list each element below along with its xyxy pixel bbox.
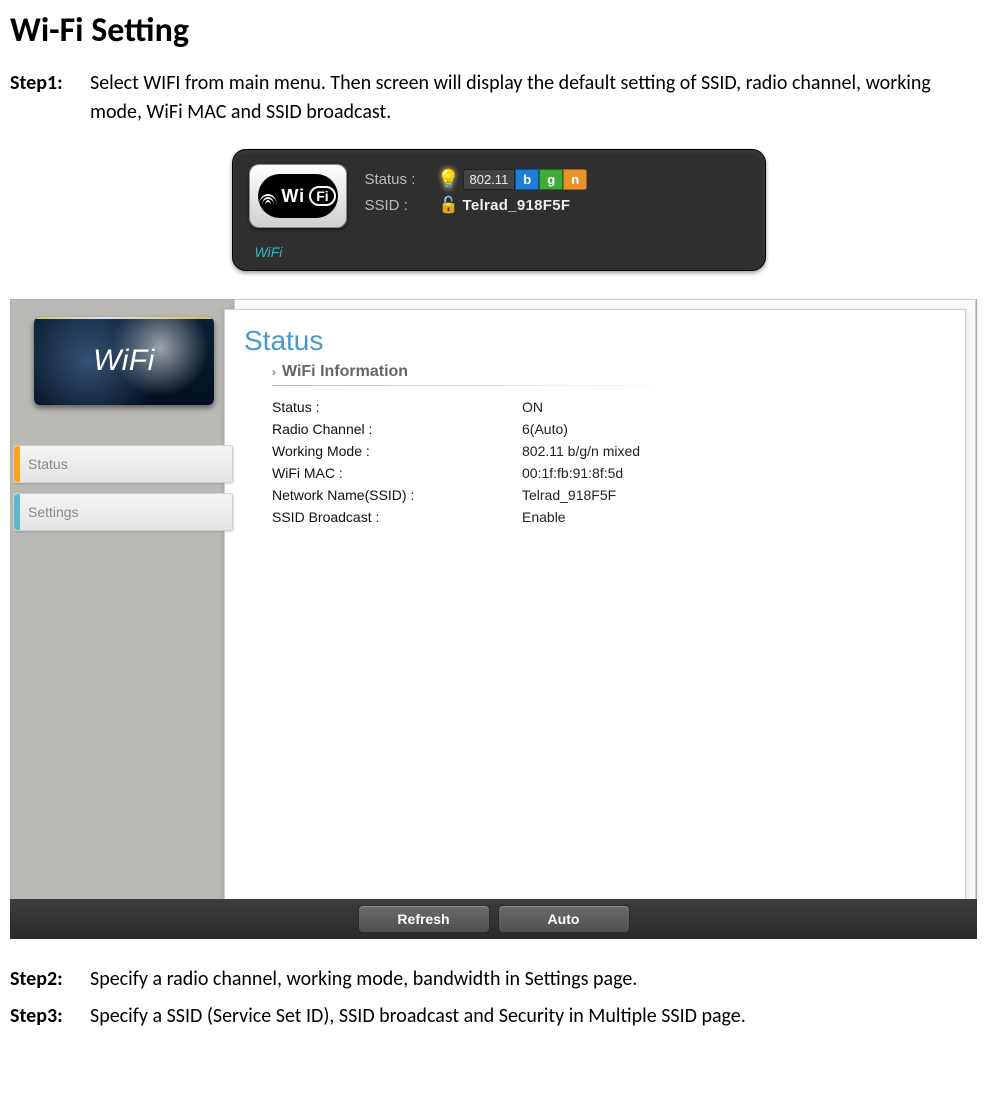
protocol-badge: 802.11 b g n — [463, 169, 588, 189]
wifi-logo-wi: Wi — [281, 186, 305, 207]
protocol-b: b — [515, 169, 539, 190]
row-key: Network Name(SSID) : — [272, 487, 522, 503]
wifi-info-table: Status :ON Radio Channel :6(Auto) Workin… — [272, 396, 955, 528]
sidebar-tab-settings[interactable]: Settings — [13, 493, 233, 531]
row-val: ON — [522, 399, 543, 415]
table-row: WiFi MAC :00:1f:fb:91:8f:5d — [272, 462, 955, 484]
panel-heading: Status — [244, 325, 955, 357]
step-1-text: Select WIFI from main menu. Then screen … — [90, 69, 987, 127]
row-key: WiFi MAC : — [272, 465, 522, 481]
sidebar-tab-settings-label: Settings — [28, 504, 79, 520]
chevron-right-icon: › — [272, 365, 276, 379]
unlocked-icon: 🔓 — [435, 195, 463, 215]
step-2: Step2: Specify a radio channel, working … — [10, 965, 987, 994]
panel-footer-bar: Refresh Auto — [10, 899, 977, 939]
wifi-status-panel: WiFi Status Settings Status › WiFi Infor… — [10, 299, 977, 939]
card-ssid-label: SSID : — [365, 197, 435, 214]
card-ssid-value: Telrad_918F5F — [463, 197, 571, 214]
panel-header-tile: WiFi — [34, 317, 214, 405]
sidebar-tab-status-label: Status — [28, 456, 68, 472]
step-3-text: Specify a SSID (Service Set ID), SSID br… — [90, 1002, 987, 1031]
panel-subheading: WiFi Information — [282, 363, 408, 381]
row-val: 6(Auto) — [522, 421, 568, 437]
step-3: Step3: Specify a SSID (Service Set ID), … — [10, 1002, 987, 1031]
row-key: Working Mode : — [272, 443, 522, 459]
protocol-n: n — [563, 169, 587, 190]
row-val: 00:1f:fb:91:8f:5d — [522, 465, 623, 481]
lightbulb-icon: 💡 — [435, 169, 463, 190]
table-row: Working Mode :802.11 b/g/n mixed — [272, 440, 955, 462]
wifi-logo-icon: Wi Fi — [249, 164, 347, 228]
step-2-label: Step2: — [10, 965, 90, 994]
row-val: 802.11 b/g/n mixed — [522, 443, 640, 459]
sidebar-tab-status[interactable]: Status — [13, 445, 233, 483]
table-row: SSID Broadcast :Enable — [272, 506, 955, 528]
protocol-g: g — [539, 169, 563, 190]
refresh-button[interactable]: Refresh — [358, 905, 490, 933]
table-row: Network Name(SSID) :Telrad_918F5F — [272, 484, 955, 506]
wifi-logo-fi: Fi — [309, 186, 335, 206]
panel-header-text: WiFi — [93, 344, 155, 378]
step-3-label: Step3: — [10, 1002, 90, 1031]
row-key: SSID Broadcast : — [272, 509, 522, 525]
card-footer-label: WiFi — [255, 244, 749, 260]
divider — [272, 385, 692, 386]
row-val: Enable — [522, 509, 566, 525]
card-status-label: Status : — [365, 171, 435, 188]
wifi-dashboard-card[interactable]: Wi Fi Status : 💡 802.11 b g n SSID : — [232, 149, 766, 271]
step-1: Step1: Select WIFI from main menu. Then … — [10, 69, 987, 127]
protocol-prefix: 802.11 — [463, 169, 516, 190]
table-row: Radio Channel :6(Auto) — [272, 418, 955, 440]
step-2-text: Specify a radio channel, working mode, b… — [90, 965, 987, 994]
row-key: Status : — [272, 399, 522, 415]
row-key: Radio Channel : — [272, 421, 522, 437]
table-row: Status :ON — [272, 396, 955, 418]
row-val: Telrad_918F5F — [522, 487, 616, 503]
page-title: Wi-Fi Setting — [10, 10, 987, 51]
step-1-label: Step1: — [10, 69, 90, 127]
auto-button[interactable]: Auto — [498, 905, 630, 933]
